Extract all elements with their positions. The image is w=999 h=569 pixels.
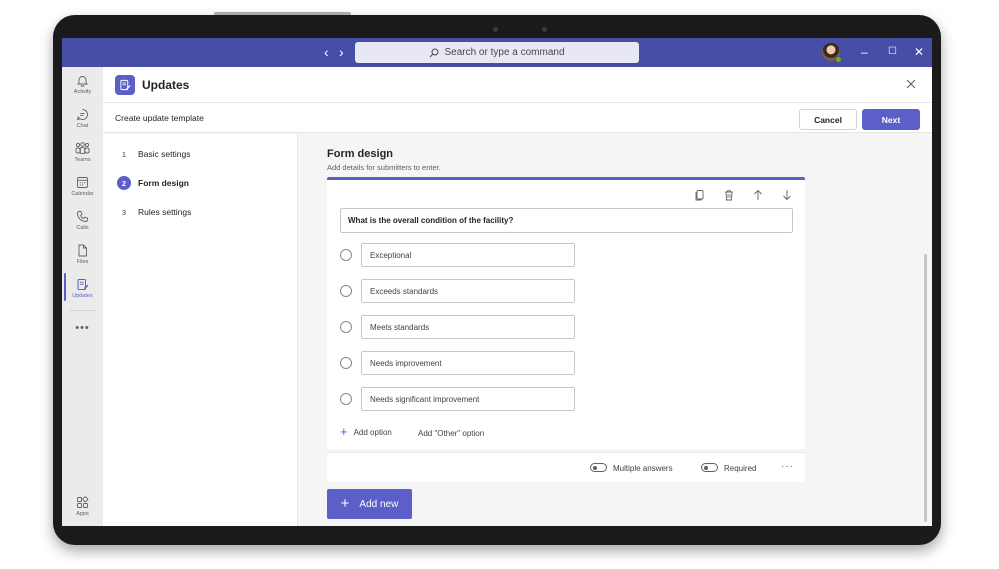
camera-dot [493, 27, 498, 32]
rail-label: Teams [74, 157, 91, 163]
section-subtitle: Add details for submitters to enter. [327, 163, 441, 172]
rail-item-chat[interactable]: Chat [62, 108, 103, 140]
apps-icon [77, 496, 89, 508]
minimize-icon[interactable]: – [861, 45, 868, 59]
forward-arrow-icon[interactable]: › [339, 44, 344, 60]
delete-icon[interactable] [723, 189, 735, 201]
rail-label: Calls [76, 225, 89, 231]
radio-button[interactable] [340, 321, 352, 333]
step-form-design[interactable]: 2 Form design [117, 176, 189, 190]
step-number: 2 [117, 176, 131, 190]
option-row: Needs improvement [340, 351, 580, 375]
option-input[interactable]: Needs significant improvement [361, 387, 575, 411]
cancel-button[interactable]: Cancel [799, 109, 857, 130]
move-down-icon[interactable] [781, 189, 793, 201]
rail-label: Files [76, 259, 89, 265]
rail-item-calls[interactable]: Calls [62, 210, 103, 242]
search-input[interactable]: Search or type a command [355, 42, 639, 63]
app-screen: ‹ › Search or type a command – ☐ ✕ Activ… [62, 38, 932, 526]
add-new-button[interactable]: + Add new [327, 489, 412, 519]
file-icon [78, 244, 87, 257]
rail-item-files[interactable]: Files [62, 244, 103, 276]
option-input[interactable]: Meets standards [361, 315, 575, 339]
chat-icon [76, 109, 88, 121]
search-placeholder: Search or type a command [444, 47, 565, 58]
app-rail: Activity Chat Teams Calendar Calls Files… [62, 67, 103, 526]
form-design-main: Form design Add details for submitters t… [299, 134, 932, 526]
step-number: 3 [121, 207, 127, 217]
section-title: Form design [327, 148, 394, 160]
search-icon [430, 48, 439, 57]
rail-label: Apps [76, 511, 89, 517]
rail-label: Chat [76, 123, 89, 129]
next-button[interactable]: Next [862, 109, 920, 130]
step-rules-settings[interactable]: 3 Rules settings [117, 205, 191, 219]
presence-status-icon [835, 56, 842, 63]
rail-label: Calendar [71, 191, 94, 197]
rail-item-calendar[interactable]: Calendar [62, 176, 103, 208]
app-header: Updates [103, 67, 932, 103]
add-option-button[interactable]: + Add option [340, 424, 392, 439]
maximize-icon[interactable]: ☐ [888, 45, 897, 59]
calendar-icon [77, 177, 88, 188]
phone-icon [77, 211, 88, 222]
rail-item-teams[interactable]: Teams [62, 142, 103, 174]
page-title: Updates [142, 78, 190, 92]
plus-icon: + [340, 495, 350, 512]
step-number: 1 [121, 149, 127, 159]
question-card: What is the overall condition of the fac… [327, 177, 805, 449]
close-icon[interactable] [904, 77, 918, 91]
required-toggle[interactable] [701, 463, 718, 472]
option-row: Needs significant improvement [340, 387, 580, 411]
sensor-dot [542, 27, 547, 32]
updates-app-icon [115, 75, 135, 95]
copy-icon[interactable] [694, 189, 706, 201]
plus-icon: + [340, 424, 348, 439]
multiple-answers-toggle[interactable] [590, 463, 607, 472]
tablet-device: ‹ › Search or type a command – ☐ ✕ Activ… [53, 15, 941, 545]
sub-header-title: Create update template [115, 113, 204, 123]
radio-button[interactable] [340, 285, 352, 297]
radio-button[interactable] [340, 357, 352, 369]
option-row: Meets standards [340, 315, 580, 339]
required-label: Required [724, 464, 757, 473]
scrollbar[interactable] [924, 254, 927, 522]
question-input[interactable]: What is the overall condition of the fac… [340, 208, 793, 233]
option-row: Exceptional [340, 243, 580, 267]
more-options-icon[interactable]: ··· [781, 461, 794, 472]
radio-button[interactable] [340, 249, 352, 261]
more-apps-icon[interactable]: ••• [62, 322, 103, 334]
move-up-icon[interactable] [752, 189, 764, 201]
option-row: Exceeds standards [340, 279, 580, 303]
add-option-label: Add option [353, 427, 392, 437]
steps-panel: 1 Basic settings 2 Form design 3 Rules s… [103, 134, 298, 526]
question-card-footer: Multiple answers Required ··· [327, 452, 805, 482]
radio-button[interactable] [340, 393, 352, 405]
step-label: Rules settings [138, 207, 192, 217]
step-basic-settings[interactable]: 1 Basic settings [117, 147, 191, 161]
rail-item-activity[interactable]: Activity [62, 74, 103, 106]
rail-divider [70, 310, 95, 311]
window-close-icon[interactable]: ✕ [914, 45, 924, 59]
rail-label: Updates [72, 293, 93, 299]
title-bar: ‹ › Search or type a command – ☐ ✕ [62, 38, 932, 67]
back-arrow-icon[interactable]: ‹ [324, 44, 329, 60]
sub-header: Create update template Cancel Next [103, 103, 932, 133]
rail-item-updates[interactable]: Updates [62, 278, 103, 310]
teams-icon [75, 142, 90, 155]
option-input[interactable]: Needs improvement [361, 351, 575, 375]
step-label: Form design [138, 178, 190, 188]
add-other-option-button[interactable]: Add "Other" option [418, 429, 484, 438]
option-input[interactable]: Exceeds standards [361, 279, 575, 303]
rail-label: Activity [73, 89, 92, 95]
updates-icon [77, 279, 89, 290]
rail-item-apps[interactable]: Apps [62, 496, 103, 526]
step-label: Basic settings [138, 149, 191, 159]
add-new-label: Add new [359, 498, 399, 510]
option-input[interactable]: Exceptional [361, 243, 575, 267]
multiple-answers-label: Multiple answers [613, 464, 673, 473]
bell-icon [76, 76, 89, 87]
